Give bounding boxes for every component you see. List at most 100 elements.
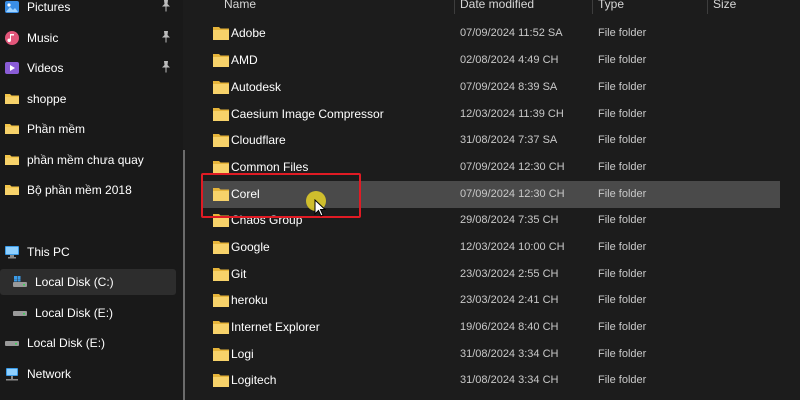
file-name: Git: [231, 267, 247, 281]
table-row[interactable]: Logi 31/08/2024 3:34 CH File folder: [202, 341, 780, 368]
sidebar-item-phan-mem-chua-quay[interactable]: phần mềm chưa quay: [0, 147, 176, 173]
file-type: File folder: [598, 161, 647, 173]
pin-icon[interactable]: [160, 31, 172, 45]
file-name: heroku: [231, 293, 268, 307]
file-type: File folder: [598, 54, 647, 66]
file-type: File folder: [598, 214, 647, 226]
file-date: 12/03/2024 10:00 CH: [460, 241, 565, 253]
folder-icon: [213, 54, 229, 67]
folder-icon: [213, 348, 229, 361]
mouse-cursor-icon: [314, 199, 326, 217]
file-date: 23/03/2024 2:41 CH: [460, 294, 559, 306]
pin-icon[interactable]: [160, 61, 172, 75]
highlight-box: [201, 173, 361, 218]
file-type: File folder: [598, 348, 647, 360]
folder-icon: [213, 374, 229, 387]
file-name: Logi: [231, 347, 254, 361]
sidebar-item-label: Videos: [27, 61, 64, 75]
column-header-type[interactable]: Type: [598, 0, 624, 14]
file-name: Caesium Image Compressor: [231, 107, 384, 121]
file-type: File folder: [598, 321, 647, 333]
file-date: 07/09/2024 8:39 SA: [460, 81, 558, 93]
folder-icon: [213, 294, 229, 307]
file-date: 29/08/2024 7:35 CH: [460, 214, 559, 226]
sidebar-item-this-pc[interactable]: This PC: [0, 239, 176, 265]
file-type: File folder: [598, 27, 647, 39]
navigation-pane: Pictures Music Videos shoppe Phần mềm ph…: [0, 0, 183, 400]
sidebar-item-label: Network: [27, 367, 72, 381]
column-separator[interactable]: [707, 0, 708, 14]
file-date: 31/08/2024 3:34 CH: [460, 374, 559, 386]
table-row[interactable]: AMD 02/08/2024 4:49 CH File folder: [202, 47, 780, 74]
folder-icon: [4, 182, 20, 198]
videos-icon: [4, 60, 20, 76]
folder-icon: [213, 27, 229, 40]
column-header-date[interactable]: Date modified: [460, 0, 534, 14]
file-type: File folder: [598, 81, 647, 93]
table-row[interactable]: Caesium Image Compressor 12/03/2024 11:3…: [202, 101, 780, 128]
sidebar-item-label: Local Disk (C:): [35, 275, 114, 289]
sidebar-item-local-disk-c[interactable]: Local Disk (C:): [0, 269, 176, 295]
folder-icon: [213, 81, 229, 94]
windows-drive-icon: [12, 274, 28, 290]
file-type: File folder: [598, 241, 647, 253]
file-name: Logitech: [231, 373, 277, 387]
folder-icon: [4, 121, 20, 137]
sidebar-item-pictures[interactable]: Pictures: [0, 0, 176, 20]
file-type: File folder: [598, 374, 647, 386]
file-type: File folder: [598, 188, 647, 200]
file-name: Adobe: [231, 26, 266, 40]
music-icon: [4, 30, 20, 46]
file-name: Autodesk: [231, 80, 282, 94]
column-header-name[interactable]: Name: [224, 0, 256, 14]
file-date: 07/09/2024 12:30 CH: [460, 188, 565, 200]
folder-icon: [213, 134, 229, 147]
folder-icon: [213, 241, 229, 254]
column-header-size[interactable]: Size: [713, 0, 736, 14]
folder-icon: [213, 321, 229, 334]
sidebar-scrollbar[interactable]: [183, 150, 185, 400]
sidebar-item-bo-phan-mem-2018[interactable]: Bộ phần mềm 2018: [0, 177, 176, 203]
folder-icon: [4, 91, 20, 107]
sidebar-item-local-disk-e-2[interactable]: Local Disk (E:): [0, 330, 176, 356]
drive-icon: [4, 335, 20, 351]
file-date: 19/06/2024 8:40 CH: [460, 321, 559, 333]
sidebar-item-phan-mem[interactable]: Phần mềm: [0, 116, 176, 142]
table-row[interactable]: heroku 23/03/2024 2:41 CH File folder: [202, 287, 780, 314]
file-date: 23/03/2024 2:55 CH: [460, 268, 559, 280]
file-type: File folder: [598, 108, 647, 120]
drive-icon: [12, 305, 28, 321]
table-row[interactable]: Adobe 07/09/2024 11:52 SA File folder: [202, 20, 780, 47]
table-row[interactable]: Google 12/03/2024 10:00 CH File folder: [202, 234, 780, 261]
computer-icon: [4, 244, 20, 260]
sidebar-item-shoppe[interactable]: shoppe: [0, 86, 176, 112]
table-row[interactable]: Cloudflare 31/08/2024 7:37 SA File folde…: [202, 127, 780, 154]
sidebar-item-label: This PC: [27, 245, 70, 259]
file-name: Google: [231, 240, 270, 254]
sidebar-item-local-disk-e[interactable]: Local Disk (E:): [0, 300, 176, 326]
pin-icon[interactable]: [160, 0, 172, 14]
sidebar-item-label: Local Disk (E:): [27, 336, 106, 350]
sidebar-item-label: Phần mềm: [27, 122, 86, 136]
sidebar-item-label: Local Disk (E:): [35, 306, 114, 320]
column-separator[interactable]: [592, 0, 593, 14]
table-row[interactable]: Logitech 31/08/2024 3:34 CH File folder: [202, 367, 780, 394]
column-separator[interactable]: [454, 0, 455, 14]
sidebar-item-label: Music: [27, 31, 59, 45]
file-date: 07/09/2024 11:52 SA: [460, 27, 563, 39]
sidebar-item-network[interactable]: Network: [0, 361, 176, 387]
file-name: AMD: [231, 53, 258, 67]
file-type: File folder: [598, 268, 647, 280]
file-date: 07/09/2024 12:30 CH: [460, 161, 565, 173]
folder-icon: [4, 152, 20, 168]
table-row[interactable]: Internet Explorer 19/06/2024 8:40 CH Fil…: [202, 314, 780, 341]
file-name: Cloudflare: [231, 133, 286, 147]
sidebar-item-music[interactable]: Music: [0, 25, 176, 51]
table-row[interactable]: Git 23/03/2024 2:55 CH File folder: [202, 261, 780, 288]
sidebar-item-label: shoppe: [27, 92, 67, 106]
network-icon: [4, 366, 20, 382]
sidebar-item-label: Bộ phần mềm 2018: [27, 183, 132, 197]
file-name: Internet Explorer: [231, 320, 320, 334]
sidebar-item-videos[interactable]: Videos: [0, 55, 176, 81]
table-row[interactable]: Autodesk 07/09/2024 8:39 SA File folder: [202, 74, 780, 101]
